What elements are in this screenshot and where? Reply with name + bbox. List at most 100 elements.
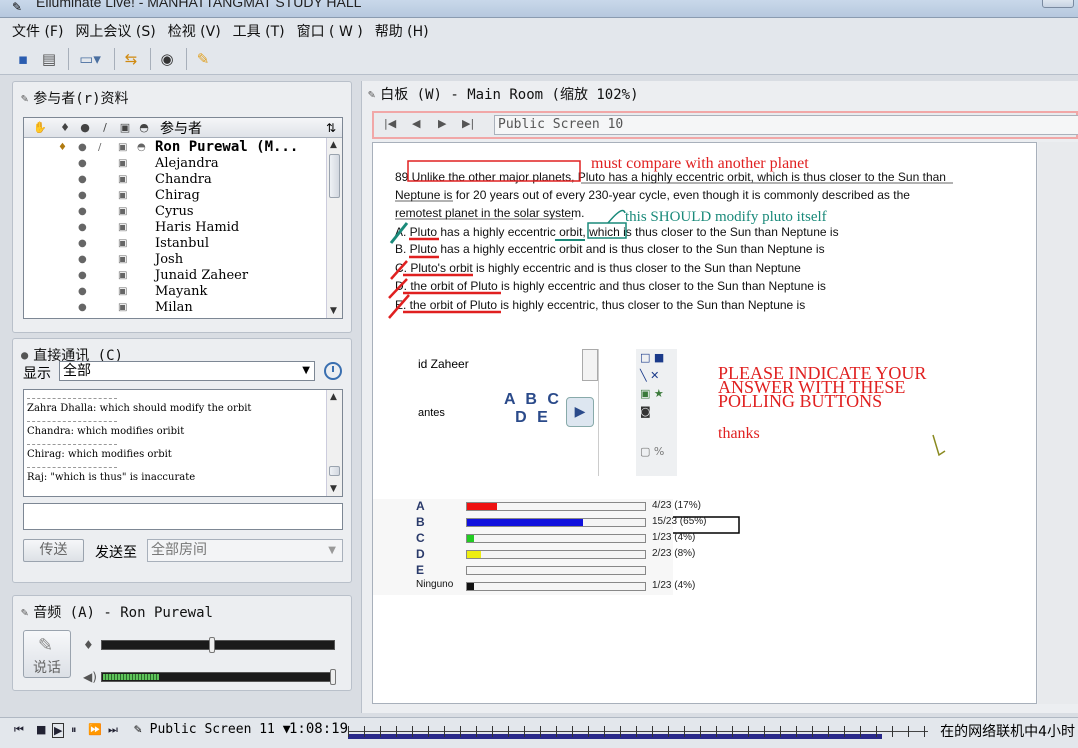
window-close-button[interactable] xyxy=(1042,0,1074,8)
chat-filter-select[interactable]: 全部 ▼ xyxy=(59,361,315,381)
scroll-thumb[interactable] xyxy=(329,466,340,476)
first-page-icon[interactable]: |◀ xyxy=(384,117,396,130)
timeline-tick xyxy=(732,726,733,737)
playback-timeline[interactable] xyxy=(348,726,928,739)
screen-icon: ▣ xyxy=(118,221,128,233)
menu-tools[interactable]: 工具 (T) xyxy=(233,21,285,41)
whiteboard-canvas[interactable]: 89 Unlike the other major planets, Pluto… xyxy=(372,142,1037,704)
screen-icon[interactable]: ▣ xyxy=(115,121,135,134)
pause-icon[interactable]: ⏸ xyxy=(71,723,77,737)
camera-tool-icon: ◙ xyxy=(640,405,651,418)
poll-result-label: Ninguno xyxy=(416,579,454,590)
menu-session[interactable]: 网上会议 (S) xyxy=(75,21,155,41)
speaker-volume-slider[interactable] xyxy=(101,669,336,685)
save-icon[interactable]: ▪ xyxy=(12,48,34,70)
chat-scrollbar[interactable]: ▲ ▼ xyxy=(326,390,342,496)
participant-row[interactable]: ● ▣ Josh xyxy=(24,251,326,267)
participant-row[interactable]: ● ▣ Chirag xyxy=(24,187,326,203)
play-icon[interactable]: ▶ xyxy=(52,723,65,738)
participant-row[interactable]: ● ▣ Alejandra xyxy=(24,155,326,171)
chat-message: Chandra: which modifies oribit xyxy=(27,426,185,437)
chat-log[interactable]: Zahra Dhalla: which should modify the or… xyxy=(23,389,343,497)
timeline-tick xyxy=(476,726,477,737)
rewind-start-icon[interactable]: ⏮ xyxy=(14,723,24,737)
mic-volume-knob[interactable] xyxy=(209,637,215,653)
pen-icon[interactable]: / xyxy=(95,121,115,134)
participants-icon: ✎ xyxy=(21,91,29,105)
chat-message: Chirag: which modifies orbit xyxy=(27,449,172,460)
current-screen-select[interactable]: ✎ Public Screen 11 ▼ xyxy=(134,722,291,737)
last-page-icon[interactable]: ▶| xyxy=(462,117,474,130)
scroll-thumb[interactable] xyxy=(329,154,340,198)
poll-result-row: E xyxy=(416,563,716,578)
mic-volume-slider[interactable] xyxy=(101,637,335,653)
menu-file[interactable]: 文件 (F) xyxy=(12,21,63,41)
pen-icon: / xyxy=(98,141,102,153)
scroll-down-icon[interactable]: ▼ xyxy=(330,306,337,316)
participant-row[interactable]: ● ▣ Haris Hamid xyxy=(24,219,326,235)
menu-view[interactable]: 检视 (V) xyxy=(168,21,221,41)
hand-icon[interactable]: ✋ xyxy=(30,121,50,134)
chat-message-input[interactable] xyxy=(23,503,343,530)
menu-bar: 文件 (F) 网上会议 (S) 检视 (V) 工具 (T) 窗口 ( W ) 帮… xyxy=(0,18,1078,43)
participant-name: Milan xyxy=(155,299,193,315)
layout-icon[interactable]: ▭▾ xyxy=(74,48,106,70)
stop-icon[interactable]: ■ xyxy=(36,723,46,736)
webcam-icon[interactable]: ◉ xyxy=(156,48,178,70)
poll-result-row: A 4/23 (17%) xyxy=(416,499,716,514)
user-icon[interactable]: ◓ xyxy=(134,121,154,134)
screen-name-field[interactable]: Public Screen 10 xyxy=(494,115,1078,135)
transfer-icon[interactable]: ⇆ xyxy=(120,48,142,70)
scroll-up-icon[interactable]: ▲ xyxy=(330,140,337,150)
app-icon: ✎ xyxy=(12,0,23,14)
scroll-up-icon[interactable]: ▲ xyxy=(330,392,337,402)
chat-message: Raj: "which is thus" is inaccurate xyxy=(27,472,196,483)
clock-icon[interactable] xyxy=(324,362,342,380)
rectangle-tool-icon: □ ■ xyxy=(640,351,665,364)
moderator-icon[interactable]: ♦ xyxy=(55,121,75,134)
olive-mark-annotation xyxy=(932,434,946,457)
chat-icon: ● xyxy=(78,285,87,297)
previous-page-icon[interactable]: ◀ xyxy=(412,117,420,130)
annotation-text-indicate: PLEASE INDICATE YOUR ANSWER WITH THESE P… xyxy=(718,363,927,411)
chat-panel: ● 直接通讯 (C) 显示 全部 ▼ Zahra Dhalla: which s… xyxy=(12,338,352,583)
menu-window[interactable]: 窗口 ( W ) xyxy=(297,21,363,41)
screen-icon: ▣ xyxy=(118,173,128,185)
poll-screenshot: id Zaheer antes A B C D E ▶ □ ■ ╲ ✕ ▣ ★ … xyxy=(416,349,677,476)
speaker-volume-knob[interactable] xyxy=(330,669,336,685)
menu-help[interactable]: 帮助 (H) xyxy=(375,21,429,41)
sort-icon[interactable]: ⇅ xyxy=(326,121,336,135)
user-icon: ◓ xyxy=(137,141,146,153)
timeline-tick xyxy=(716,726,717,737)
moderator-icon: ♦ xyxy=(58,141,67,153)
audio-title: ✎ 音频 (A) - Ron Purewal xyxy=(21,605,213,621)
fast-forward-icon[interactable]: ⏩ xyxy=(88,723,102,736)
participant-row[interactable]: ♦ ● / ▣ ◓ Ron Purewal (M... xyxy=(24,139,326,155)
poll-result-bar xyxy=(466,582,646,591)
teal-slash-annotation xyxy=(389,222,409,244)
participant-row[interactable]: ● ▣ Mayank xyxy=(24,283,326,299)
participant-row[interactable]: ● ▣ Junaid Zaheer xyxy=(24,267,326,283)
toolbar-separator xyxy=(186,47,188,70)
chat-separator xyxy=(27,467,117,468)
chat-icon[interactable]: ● xyxy=(75,121,95,134)
participant-scrollbar[interactable]: ▲ ▼ xyxy=(326,138,342,318)
print-icon[interactable]: ▤ xyxy=(38,48,60,70)
participant-row[interactable]: ● ▣ Cyrus xyxy=(24,203,326,219)
participant-row[interactable]: ● ▣ Chandra xyxy=(24,171,326,187)
send-button[interactable]: 传送 xyxy=(23,539,84,562)
chat-separator xyxy=(27,398,117,399)
next-page-icon[interactable]: ▶ xyxy=(438,117,446,130)
red-slash-annotation xyxy=(388,278,408,299)
poll-screenshot-scrollbar xyxy=(582,349,598,381)
timeline-tick xyxy=(684,726,685,737)
participant-row[interactable]: ● ▣ Istanbul xyxy=(24,235,326,251)
notes-icon[interactable]: ✎ xyxy=(192,48,214,70)
talk-button[interactable]: ✎ 说话 xyxy=(23,630,71,678)
participant-column-header[interactable]: 参与者 xyxy=(160,118,202,138)
scroll-down-icon[interactable]: ▼ xyxy=(330,484,337,494)
send-to-select[interactable]: 全部房间 ▼ xyxy=(147,539,343,562)
skip-end-icon[interactable]: ⏭ xyxy=(108,723,118,737)
participant-list: ✋ ♦ ● / ▣ ◓ 参与者 ⇅ ♦ ● / ▣ ◓ Ron Purewal … xyxy=(23,117,343,319)
participant-row[interactable]: ● ▣ Milan xyxy=(24,299,326,315)
